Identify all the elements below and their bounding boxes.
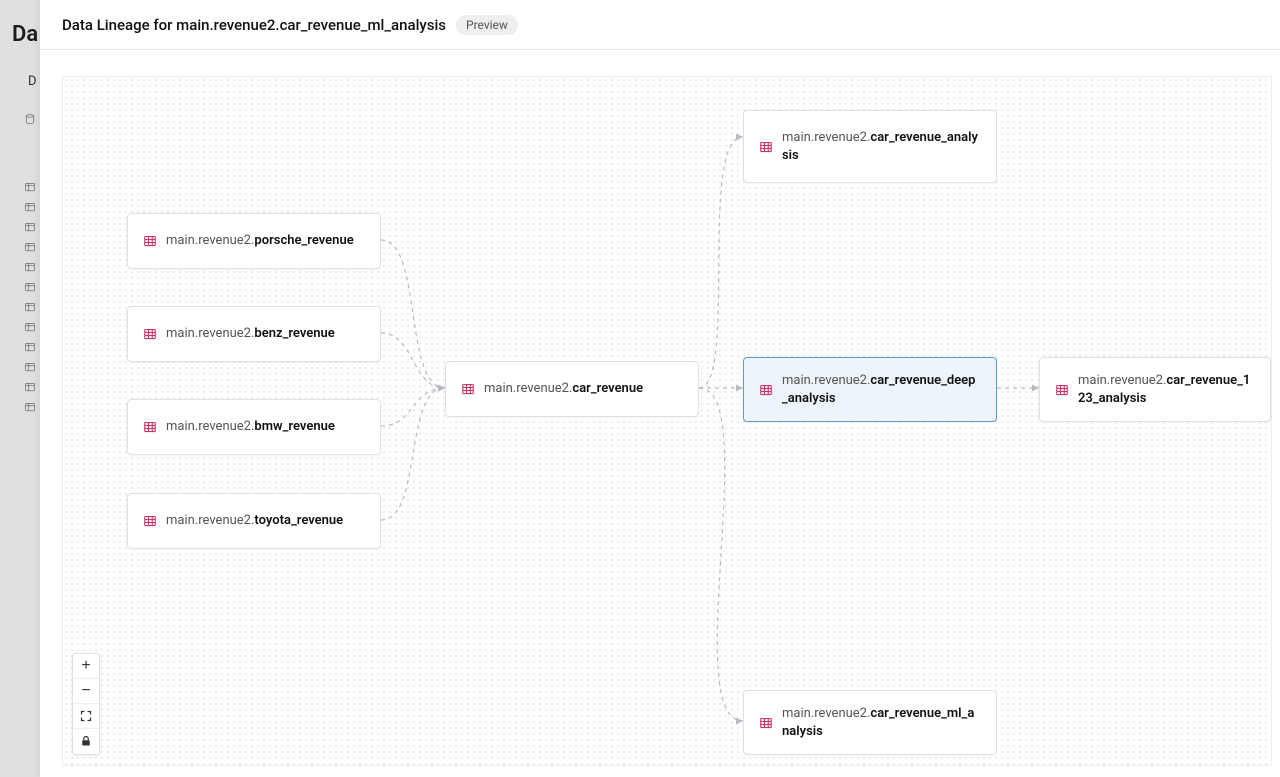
node-label: main.revenue2.car_revenue_123_analysis (1078, 372, 1254, 407)
node-label: main.revenue2.car_revenue_deep_analysis (782, 372, 980, 407)
zoom-out-button[interactable]: − (73, 679, 99, 704)
table-icon (144, 328, 156, 340)
node-car-revenue-123-analysis[interactable]: main.revenue2.car_revenue_123_analysis (1039, 357, 1271, 422)
table-icon (760, 717, 772, 729)
node-porsche-revenue[interactable]: main.revenue2.porsche_revenue (127, 213, 381, 269)
table-icon (144, 515, 156, 527)
table-icon (144, 421, 156, 433)
minus-icon: − (81, 679, 90, 703)
node-car-revenue[interactable]: main.revenue2.car_revenue (445, 361, 699, 417)
node-bmw-revenue[interactable]: main.revenue2.bmw_revenue (127, 399, 381, 455)
table-icon (760, 384, 772, 396)
preview-badge: Preview (456, 15, 518, 35)
fullscreen-icon (80, 704, 92, 728)
lock-icon (80, 729, 92, 753)
node-label: main.revenue2.car_revenue_ml_analysis (782, 705, 980, 740)
table-icon (760, 141, 772, 153)
node-label: main.revenue2.benz_revenue (166, 325, 335, 343)
node-car-revenue-analysis[interactable]: main.revenue2.car_revenue_analysis (743, 110, 997, 183)
table-icon (1056, 384, 1068, 396)
fit-screen-button[interactable] (73, 704, 99, 729)
lock-button[interactable] (73, 729, 99, 754)
zoom-in-button[interactable]: + (73, 654, 99, 679)
node-label: main.revenue2.bmw_revenue (166, 418, 335, 436)
table-icon (462, 383, 474, 395)
node-label: main.revenue2.porsche_revenue (166, 232, 354, 250)
node-label: main.revenue2.car_revenue_analysis (782, 129, 980, 164)
node-benz-revenue[interactable]: main.revenue2.benz_revenue (127, 306, 381, 362)
plus-icon: + (81, 654, 90, 678)
page-title: Data Lineage for main.revenue2.car_reven… (62, 16, 446, 34)
node-car-revenue-deep-analysis[interactable]: main.revenue2.car_revenue_deep_analysis (743, 357, 997, 422)
lineage-panel: Data Lineage for main.revenue2.car_reven… (40, 0, 1280, 777)
node-car-revenue-ml-analysis[interactable]: main.revenue2.car_revenue_ml_analysis (743, 690, 997, 755)
modal-backdrop (0, 0, 40, 777)
table-icon (144, 235, 156, 247)
node-label: main.revenue2.toyota_revenue (166, 512, 343, 530)
panel-header: Data Lineage for main.revenue2.car_reven… (40, 0, 1280, 50)
lineage-canvas[interactable]: main.revenue2.porsche_revenue main.reven… (62, 76, 1272, 766)
node-toyota-revenue[interactable]: main.revenue2.toyota_revenue (127, 493, 381, 549)
node-label: main.revenue2.car_revenue (484, 380, 643, 398)
canvas-controls: + − (72, 653, 100, 755)
